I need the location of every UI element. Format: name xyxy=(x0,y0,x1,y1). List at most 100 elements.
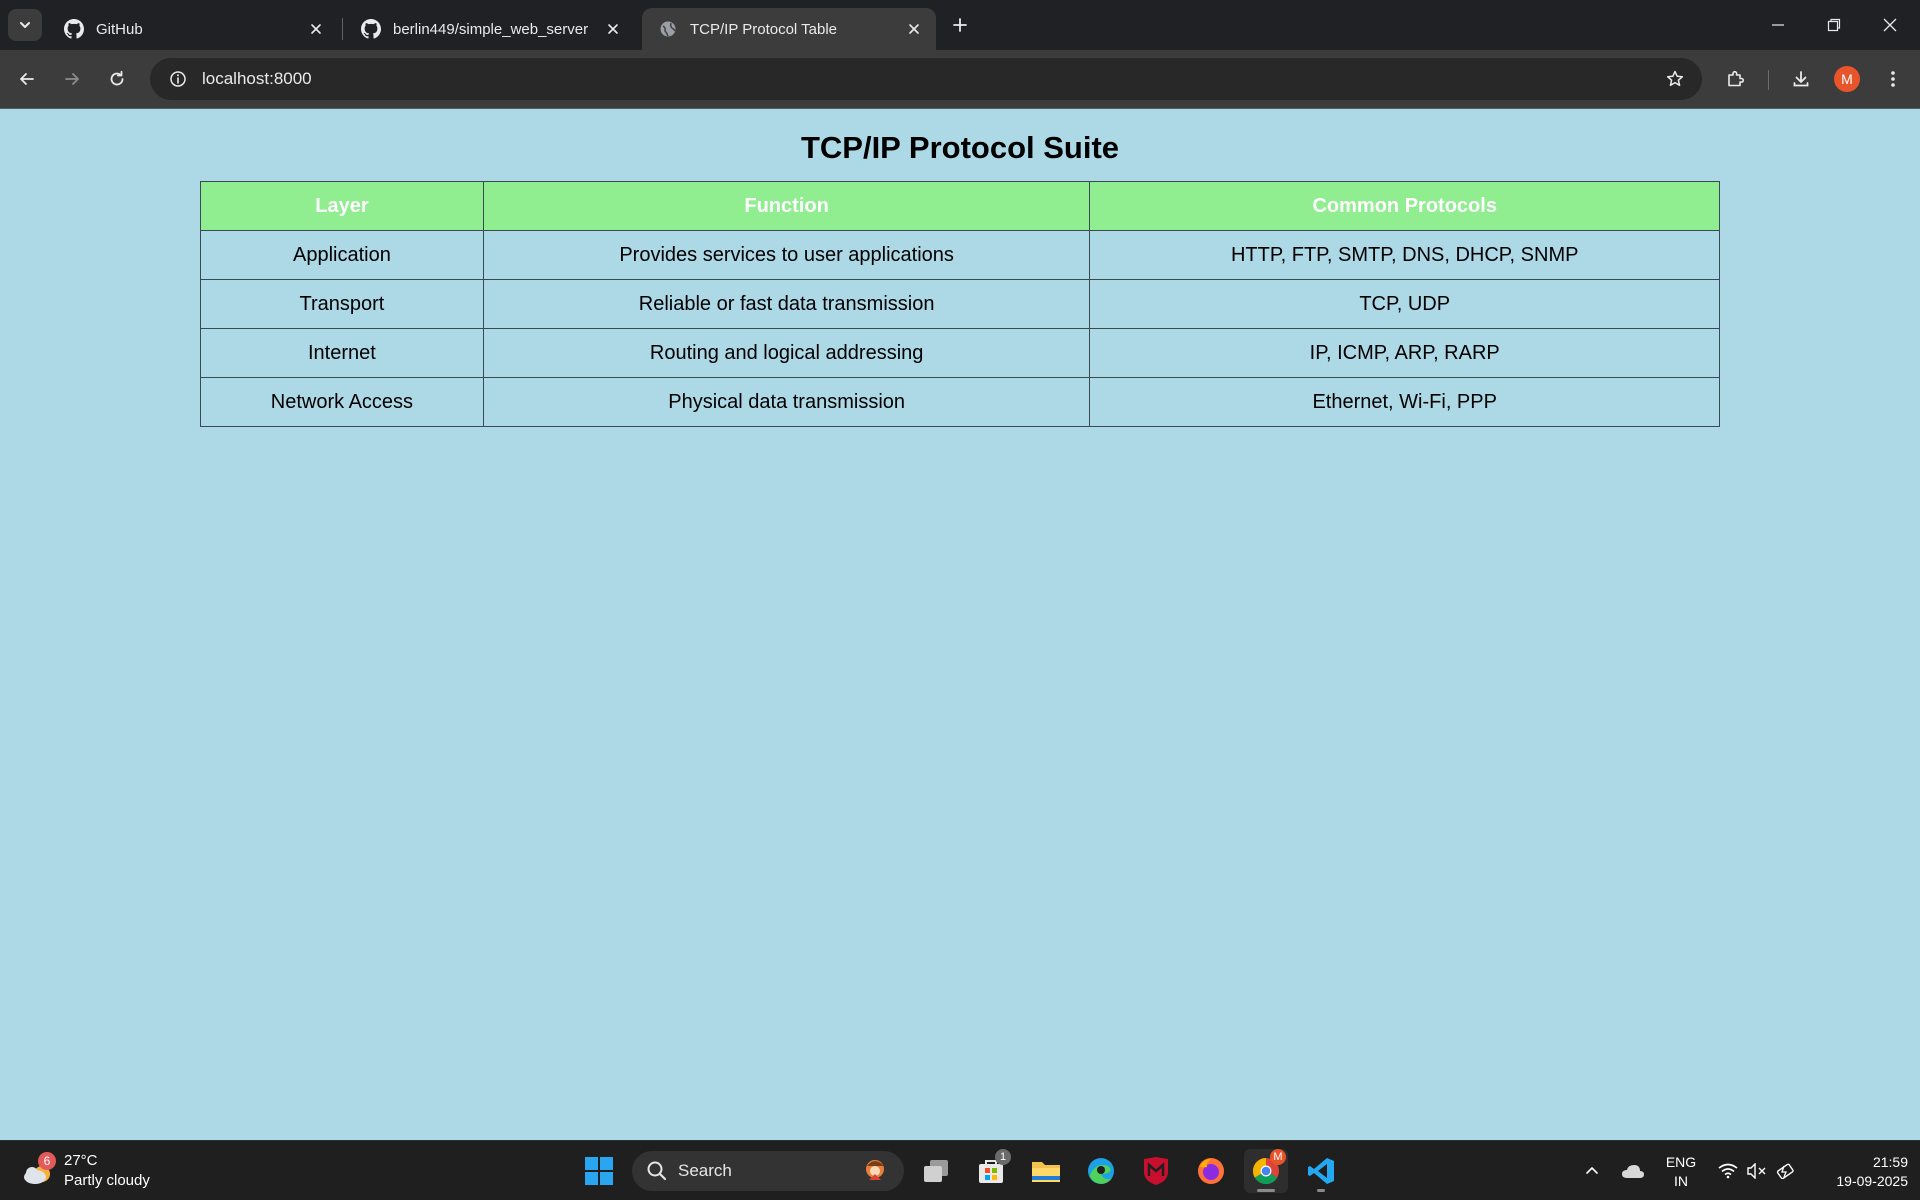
tab-github[interactable]: GitHub xyxy=(48,8,338,50)
reload-icon xyxy=(110,70,124,86)
ms-store-app[interactable]: 1 xyxy=(969,1149,1013,1193)
tab-title: TCP/IP Protocol Table xyxy=(690,20,838,38)
battery-charging-icon xyxy=(1776,1163,1794,1179)
tab-title: GitHub xyxy=(96,20,143,38)
new-tab-button[interactable] xyxy=(944,11,976,39)
back-button[interactable] xyxy=(10,62,44,96)
running-indicator xyxy=(1257,1189,1275,1192)
taskbar-search[interactable]: Search xyxy=(632,1151,904,1191)
table-cell-function: Reliable or fast data transmission xyxy=(482,279,1091,329)
weather-widget[interactable]: 6 27°C Partly cloudy xyxy=(20,1149,150,1193)
address-bar[interactable]: localhost:8000 xyxy=(150,58,1702,100)
close-icon xyxy=(1883,18,1897,32)
partly-cloudy-icon: 6 xyxy=(20,1152,58,1190)
running-indicator xyxy=(1317,1189,1325,1192)
bookmark-star-icon[interactable] xyxy=(1658,62,1692,96)
windows-logo-icon xyxy=(585,1157,613,1185)
table-cell-protocols: TCP, UDP xyxy=(1089,279,1720,329)
github-icon xyxy=(361,19,381,39)
arrow-left-icon xyxy=(20,73,34,85)
volume-tray-button[interactable] xyxy=(1744,1151,1770,1191)
speaker-muted-icon xyxy=(1747,1163,1766,1179)
more-vertical-icon xyxy=(1891,71,1895,87)
search-label: Search xyxy=(678,1161,732,1180)
file-explorer-app[interactable] xyxy=(1024,1149,1068,1193)
globe-icon xyxy=(658,19,678,39)
tab-title: berlin449/simple_web_server xyxy=(393,20,589,38)
tab-tcpip-table[interactable]: TCP/IP Protocol Table xyxy=(642,8,936,50)
weather-condition: Partly cloudy xyxy=(64,1172,150,1189)
weather-temperature: 27°C xyxy=(64,1152,98,1169)
download-icon xyxy=(1793,71,1809,87)
firefox-icon xyxy=(1198,1158,1224,1184)
table-row: Network Access Physical data transmissio… xyxy=(200,377,1720,427)
table-cell-function: Physical data transmission xyxy=(482,377,1091,427)
task-view-icon xyxy=(924,1160,948,1182)
table-row: Transport Reliable or fast data transmis… xyxy=(200,279,1720,329)
clock-time: 21:59 xyxy=(1872,1154,1908,1170)
browser-toolbar: localhost:8000 xyxy=(0,50,1920,108)
show-hidden-icons-button[interactable] xyxy=(1580,1151,1604,1191)
wifi-icon xyxy=(1718,1163,1738,1179)
column-header-function: Function xyxy=(482,181,1091,231)
search-highlight-icon xyxy=(866,1160,884,1180)
tab-strip: GitHub berlin449/simple_web_server TCP/I… xyxy=(0,0,1920,50)
clock-date: 19-09-2025 xyxy=(1836,1173,1908,1189)
puzzle-icon xyxy=(1728,70,1745,87)
mcafee-shield-icon xyxy=(1144,1157,1168,1185)
system-clock[interactable]: 21:59 19-09-2025 xyxy=(1808,1153,1908,1191)
close-icon[interactable] xyxy=(306,19,326,39)
tab-simple-web-server[interactable]: berlin449/simple_web_server xyxy=(345,8,635,50)
table-cell-protocols: HTTP, FTP, SMTP, DNS, DHCP, SNMP xyxy=(1089,230,1720,280)
edge-app[interactable] xyxy=(1079,1149,1123,1193)
chrome-app[interactable]: M xyxy=(1244,1149,1288,1193)
network-tray-button[interactable] xyxy=(1714,1151,1742,1191)
close-window-button[interactable] xyxy=(1862,0,1918,50)
info-icon[interactable] xyxy=(158,58,198,100)
battery-tray-button[interactable] xyxy=(1772,1151,1798,1191)
chrome-menu-button[interactable] xyxy=(1876,62,1910,96)
table-cell-function: Routing and logical addressing xyxy=(482,328,1091,378)
firefox-app[interactable] xyxy=(1189,1149,1233,1193)
region-code: IN xyxy=(1674,1173,1688,1189)
minimize-button[interactable] xyxy=(1750,0,1806,50)
github-icon xyxy=(64,19,84,39)
restore-icon xyxy=(1827,18,1841,32)
edge-icon xyxy=(1088,1158,1114,1184)
table-row: Internet Routing and logical addressing … xyxy=(200,328,1720,378)
chrome-profile-badge: M xyxy=(1270,1149,1286,1165)
restore-button[interactable] xyxy=(1806,0,1862,50)
table-cell-function: Provides services to user applications xyxy=(482,230,1091,280)
toolbar-divider xyxy=(1768,70,1769,90)
onedrive-tray-button[interactable] xyxy=(1618,1151,1648,1191)
close-icon[interactable] xyxy=(904,19,924,39)
table-cell-protocols: IP, ICMP, ARP, RARP xyxy=(1089,328,1720,378)
table-header-row: Layer Function Common Protocols xyxy=(200,181,1720,231)
content-divider xyxy=(0,108,1920,109)
downloads-button[interactable] xyxy=(1784,62,1818,96)
profile-avatar[interactable]: M xyxy=(1834,66,1860,92)
url-text[interactable]: localhost:8000 xyxy=(202,69,312,89)
language-indicator[interactable]: ENG IN xyxy=(1660,1153,1702,1191)
vscode-icon xyxy=(1308,1158,1334,1184)
tab-separator xyxy=(342,18,343,40)
vscode-app[interactable] xyxy=(1299,1149,1343,1193)
tab-search-button[interactable] xyxy=(8,9,42,41)
start-button[interactable] xyxy=(577,1149,621,1193)
close-icon[interactable] xyxy=(603,19,623,39)
column-header-protocols: Common Protocols xyxy=(1089,181,1720,231)
chevron-up-icon xyxy=(1586,1166,1598,1174)
weather-badge: 6 xyxy=(38,1152,56,1170)
table-row: Application Provides services to user ap… xyxy=(200,230,1720,280)
forward-button[interactable] xyxy=(55,62,89,96)
table-cell-protocols: Ethernet, Wi-Fi, PPP xyxy=(1089,377,1720,427)
chevron-down-icon xyxy=(20,22,30,28)
mcafee-app[interactable] xyxy=(1134,1149,1178,1193)
reload-button[interactable] xyxy=(100,62,134,96)
extensions-button[interactable] xyxy=(1718,62,1752,96)
table-cell-layer: Network Access xyxy=(200,377,484,427)
plus-icon xyxy=(953,18,967,32)
protocol-table: Layer Function Common Protocols Applicat… xyxy=(200,181,1720,427)
task-view-button[interactable] xyxy=(914,1149,958,1193)
page-title: TCP/IP Protocol Suite xyxy=(800,130,1120,165)
